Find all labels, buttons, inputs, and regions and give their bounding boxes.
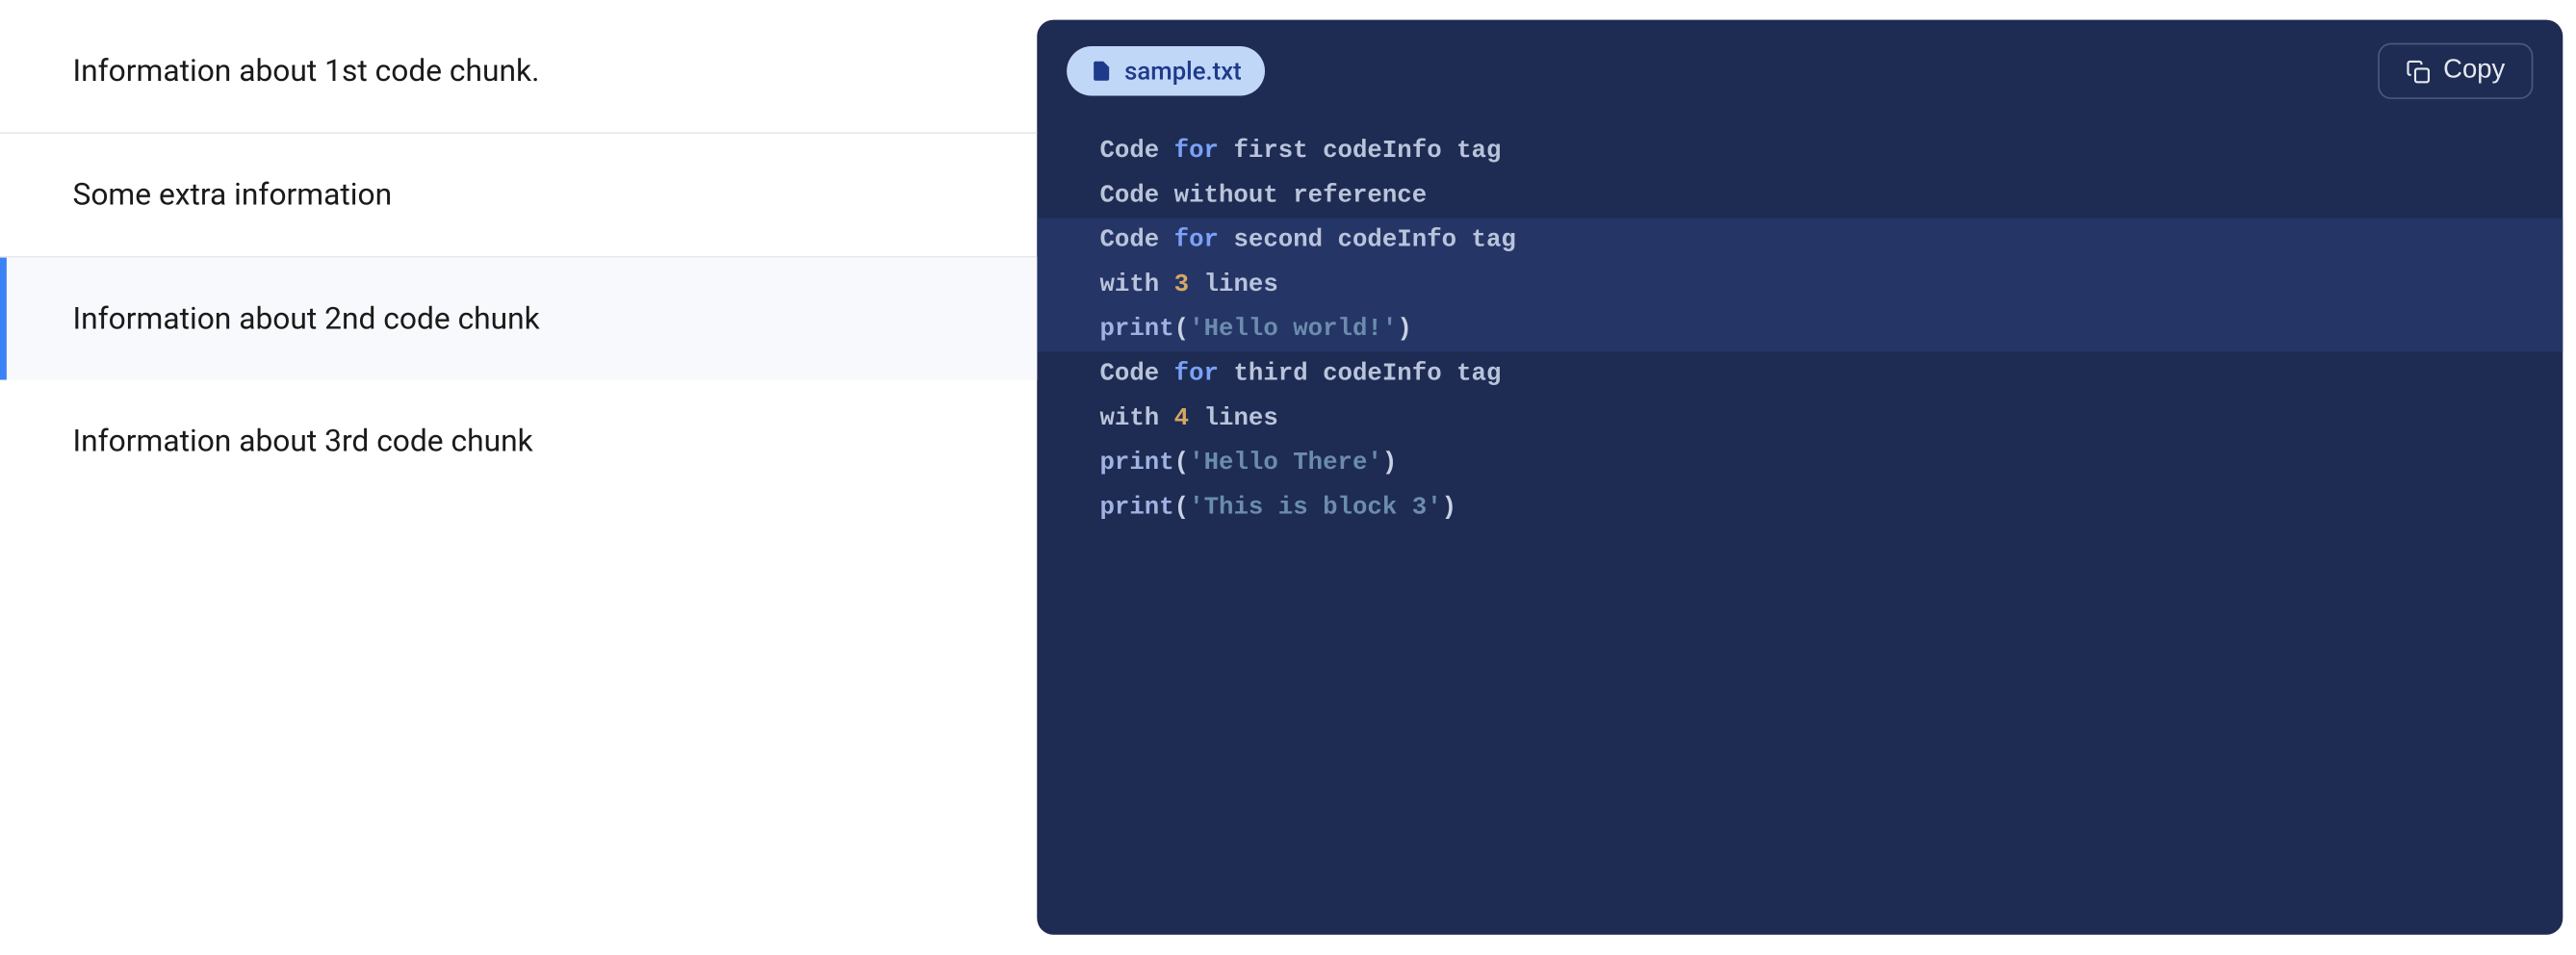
- code-header: sample.txt Copy: [1037, 20, 2563, 116]
- code-line: with 3 lines: [1037, 263, 2563, 307]
- info-item-label: Information about 3rd code chunk: [72, 423, 532, 459]
- info-item[interactable]: Information about 1st code chunk.: [0, 39, 1037, 134]
- info-item-active[interactable]: Information about 2nd code chunk: [0, 258, 1037, 380]
- code-panel: sample.txt Copy Code for first codeInfo …: [1037, 0, 2576, 955]
- copy-button[interactable]: Copy: [2378, 43, 2534, 99]
- copy-label: Copy: [2443, 56, 2505, 86]
- info-item-label: Information about 1st code chunk.: [72, 53, 539, 90]
- code-line: print('Hello world!'): [1037, 307, 2563, 351]
- copy-icon: [2406, 59, 2431, 84]
- code-line: Code without reference: [1037, 173, 2563, 218]
- code-line: with 4 lines: [1037, 397, 2563, 441]
- code-line: Code for third codeInfo tag: [1037, 351, 2563, 396]
- code-line: Code for first codeInfo tag: [1037, 129, 2563, 173]
- info-item[interactable]: Some extra information: [0, 134, 1037, 258]
- info-item-label: Information about 2nd code chunk: [72, 300, 539, 337]
- file-badge[interactable]: sample.txt: [1067, 46, 1265, 95]
- code-line: print('Hello There'): [1037, 441, 2563, 485]
- info-sidebar: Information about 1st code chunk. Some e…: [0, 0, 1037, 955]
- code-content[interactable]: Code for first codeInfo tagCode without …: [1037, 116, 2563, 935]
- info-item[interactable]: Information about 3rd code chunk: [0, 380, 1037, 503]
- file-name: sample.txt: [1124, 56, 1242, 86]
- file-icon: [1090, 58, 1113, 84]
- code-line: print('This is block 3'): [1037, 485, 2563, 529]
- code-line: Code for second codeInfo tag: [1037, 218, 2563, 262]
- code-block: sample.txt Copy Code for first codeInfo …: [1037, 20, 2563, 935]
- info-item-label: Some extra information: [72, 177, 392, 214]
